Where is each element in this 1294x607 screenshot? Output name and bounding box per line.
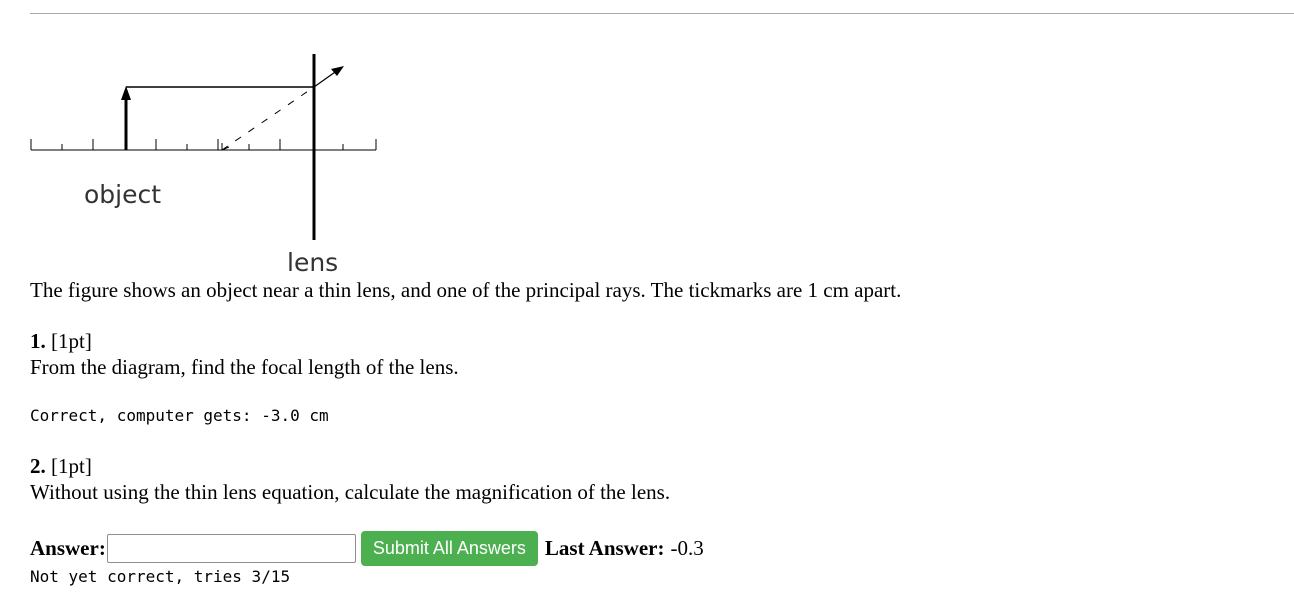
question-1-number: 1. [30,329,46,353]
answer-input[interactable] [106,533,356,563]
problem-intro: The figure shows an object near a thin l… [30,278,902,302]
answer-row: Answer: Submit All Answers Last Answer: … [30,530,704,566]
question-1-points: [1pt] [51,329,92,353]
question-2-number: 2. [30,454,46,478]
question-1-prompt: From the diagram, find the focal length … [30,355,459,379]
top-divider [30,13,1294,14]
question-2-points: [1pt] [51,454,92,478]
lens-ray-diagram: object lens [30,54,377,277]
question-2-header: 2. [1pt] [30,453,92,479]
refracted-ray [313,66,344,88]
virtual-ray-extension [221,86,315,151]
last-answer-label: Last Answer: [544,535,665,560]
object-arrow [121,86,131,150]
answer-label: Answer: [30,535,106,560]
question-1-feedback: Correct, computer gets: -3.0 cm [30,406,329,425]
question-2-feedback: Not yet correct, tries 3/15 [30,567,291,586]
lens-label: lens [287,248,338,277]
question-2-prompt: Without using the thin lens equation, ca… [30,480,671,504]
last-answer-value: -0.3 [670,535,704,560]
object-label: object [84,180,161,209]
submit-all-answers-button[interactable]: Submit All Answers [360,530,538,566]
optical-axis [30,139,377,151]
question-1-header: 1. [1pt] [30,328,92,354]
